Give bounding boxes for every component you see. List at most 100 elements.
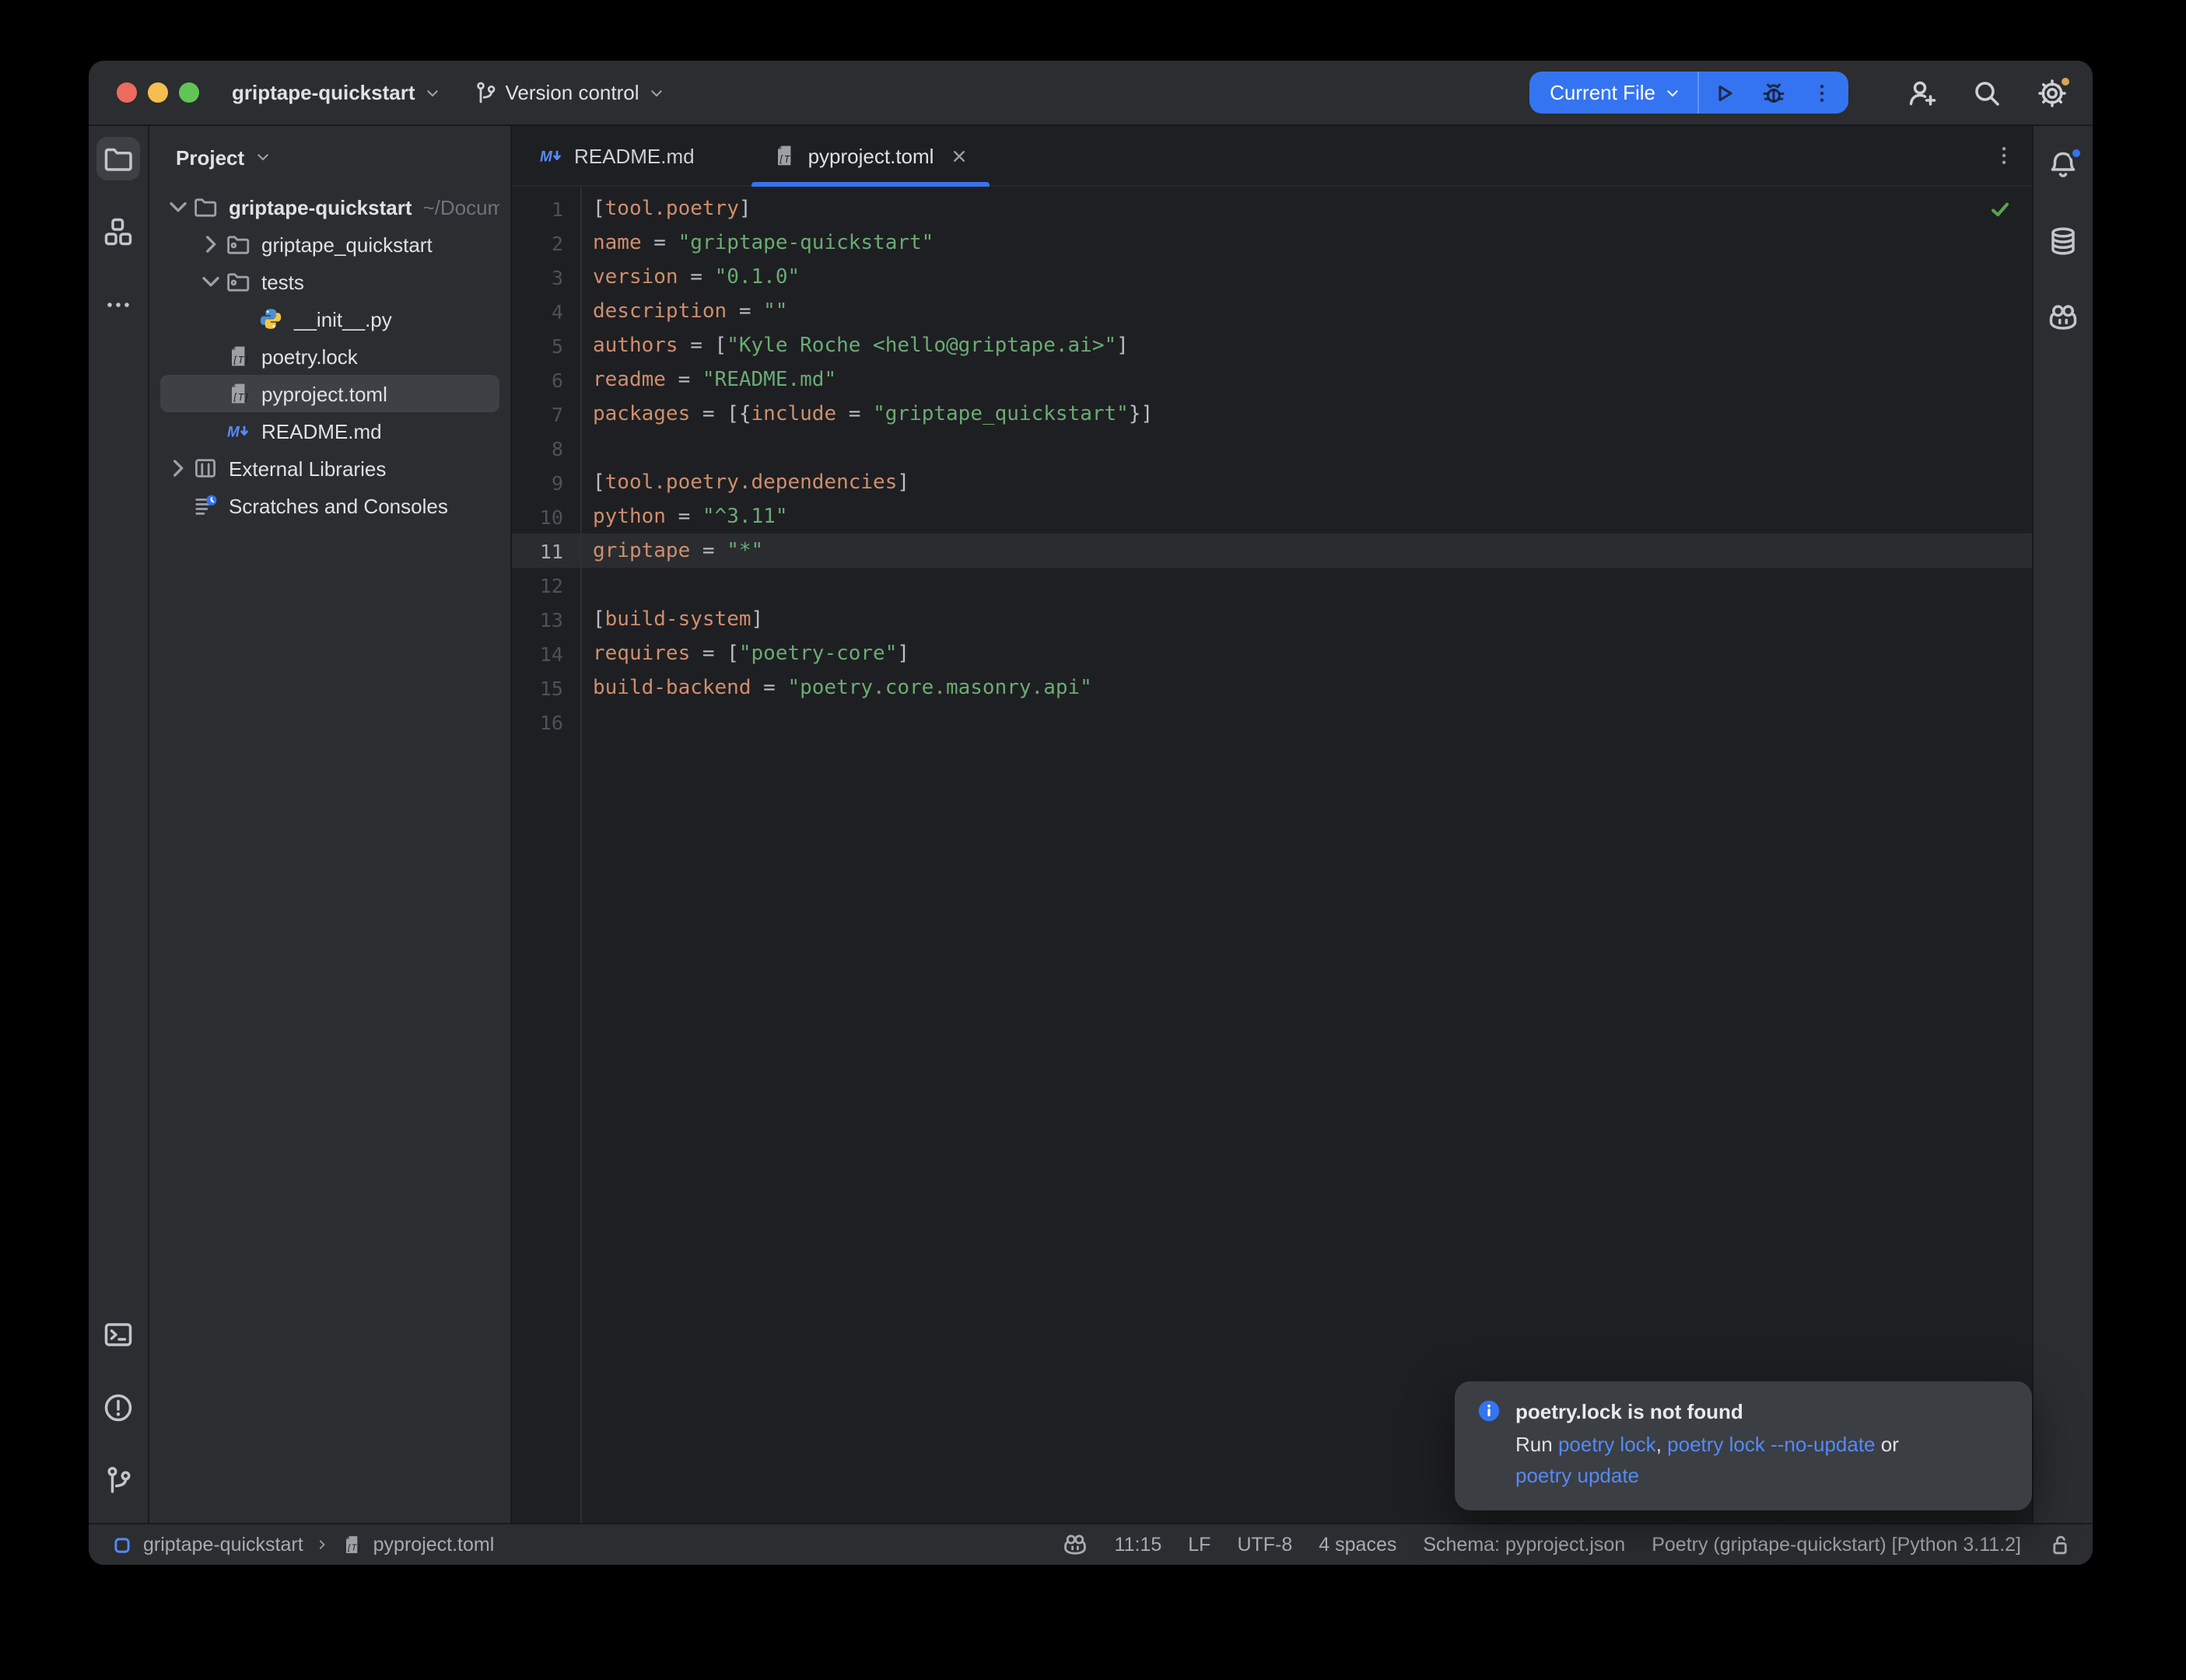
tree-item-pyproject-toml[interactable]: [T]pyproject.toml <box>160 375 499 412</box>
tab-pyproject-toml[interactable]: [T]pyproject.toml <box>752 126 990 185</box>
toml-icon: [T] <box>772 143 797 168</box>
tree-item-griptape-quickstart[interactable]: griptape-quickstart~/Docume <box>160 188 499 226</box>
copilot-status[interactable] <box>1063 1532 1088 1557</box>
unlock-icon <box>2048 1532 2072 1557</box>
add-user-button[interactable] <box>1906 77 1937 108</box>
svg-text:M: M <box>540 149 553 166</box>
svg-text:[T]: [T] <box>346 1544 361 1553</box>
notification-action-link[interactable]: poetry lock --no-update <box>1667 1433 1875 1456</box>
ai-icon <box>2048 302 2079 333</box>
project-panel: Project griptape-quickstart~/Documegript… <box>149 126 512 1523</box>
code-line-6[interactable]: 6readme = "README.md" <box>512 362 2032 397</box>
line-separator[interactable]: LF <box>1188 1534 1210 1556</box>
vcs-widget[interactable]: Version control <box>464 74 675 111</box>
debug-button[interactable] <box>1760 79 1788 107</box>
code-line-1[interactable]: 1[tool.poetry] <box>512 191 2032 226</box>
project-tool-button[interactable] <box>96 137 140 180</box>
code-line-9[interactable]: 9[tool.poetry.dependencies] <box>512 465 2032 499</box>
structure-tool-button[interactable] <box>96 210 140 254</box>
breadcrumb-file[interactable]: pyproject.toml <box>373 1534 495 1556</box>
python-interpreter[interactable]: Poetry (griptape-quickstart) [Python 3.1… <box>1652 1534 2021 1556</box>
line-number: 15 <box>512 676 563 699</box>
code-line-3[interactable]: 3version = "0.1.0" <box>512 260 2032 294</box>
minimize-window-button[interactable] <box>148 82 168 103</box>
code-line-5[interactable]: 5authors = ["Kyle Roche <hello@griptape.… <box>512 328 2032 362</box>
code-line-8[interactable]: 8 <box>512 431 2032 465</box>
line-number: 8 <box>512 436 563 460</box>
code-line-4[interactable]: 4description = "" <box>512 294 2032 328</box>
titlebar: griptape-quickstart Version control Curr… <box>89 61 2093 126</box>
project-name-label: griptape-quickstart <box>232 81 415 104</box>
line-number: 10 <box>512 505 563 528</box>
search-everywhere-button[interactable] <box>1971 77 2002 108</box>
tree-item-readme-md[interactable]: MREADME.md <box>160 412 499 450</box>
breadcrumb-project[interactable]: griptape-quickstart <box>143 1534 303 1556</box>
tree-item-scratches-and-consoles[interactable]: Scratches and Consoles <box>160 487 499 524</box>
line-number: 2 <box>512 231 563 254</box>
run-more-button[interactable] <box>1809 80 1834 105</box>
tree-item-init-py[interactable]: __init__.py <box>160 300 499 338</box>
svg-text:[T]: [T] <box>779 154 796 165</box>
editor-column: MREADME.md [T]pyproject.toml 1[tool.poetr… <box>512 126 2032 1523</box>
close-window-button[interactable] <box>117 82 137 103</box>
terminal-tool-button[interactable] <box>96 1313 140 1356</box>
project-tree: griptape-quickstart~/Documegriptape_quic… <box>149 188 510 524</box>
breadcrumb[interactable]: griptape-quickstart [T] pyproject.toml <box>112 1534 494 1556</box>
package-folder-icon <box>226 269 250 294</box>
code-line-13[interactable]: 13[build-system] <box>512 602 2032 636</box>
code-editor[interactable]: 1[tool.poetry]2name = "griptape-quicksta… <box>512 187 2032 1523</box>
notifications-button[interactable] <box>2041 143 2085 187</box>
more-tool-windows-button[interactable] <box>96 283 140 327</box>
branch-icon <box>103 1465 134 1496</box>
settings-button[interactable] <box>2037 77 2068 108</box>
code-line-7[interactable]: 7packages = [{include = "griptape_quicks… <box>512 397 2032 431</box>
project-panel-header[interactable]: Project <box>149 126 510 188</box>
run-widget-divider <box>1697 72 1699 114</box>
write-access-toggle[interactable] <box>2048 1532 2072 1557</box>
database-tool-button[interactable] <box>2041 219 2085 263</box>
notification-action-link[interactable]: poetry update <box>1515 1463 1639 1486</box>
caret-position[interactable]: 11:15 <box>1115 1534 1162 1556</box>
code-line-2[interactable]: 2name = "griptape-quickstart" <box>512 226 2032 260</box>
run-button[interactable] <box>1710 79 1738 107</box>
chevron-down-icon <box>1663 83 1682 102</box>
file-encoding[interactable]: UTF-8 <box>1237 1534 1292 1556</box>
code-line-11[interactable]: 11griptape = "*" <box>512 534 2032 568</box>
code-line-15[interactable]: 15build-backend = "poetry.core.masonry.a… <box>512 670 2032 705</box>
tree-item-tests[interactable]: tests <box>160 263 499 300</box>
notification-action-link[interactable]: poetry lock <box>1558 1433 1656 1456</box>
line-number: 6 <box>512 368 563 391</box>
notification-body: Run poetry lock, poetry lock --no-update… <box>1515 1430 2007 1490</box>
tab-readme-md[interactable]: MREADME.md <box>518 126 715 185</box>
close-icon <box>949 145 969 166</box>
project-widget[interactable]: griptape-quickstart <box>222 75 451 110</box>
package-folder-icon <box>226 232 250 257</box>
indent-style[interactable]: 4 spaces <box>1319 1534 1396 1556</box>
titlebar-actions <box>1906 77 2068 108</box>
run-widget[interactable]: Current File <box>1529 72 1848 114</box>
line-number: 16 <box>512 710 563 733</box>
toml-icon: [T] <box>226 344 250 369</box>
line-number: 3 <box>512 265 563 289</box>
problems-tool-button[interactable] <box>96 1386 140 1430</box>
tab-options-button[interactable] <box>1992 143 2016 168</box>
chevron-right-icon <box>163 450 193 487</box>
code-line-16[interactable]: 16 <box>512 705 2032 739</box>
json-schema[interactable]: Schema: pyproject.json <box>1423 1534 1625 1556</box>
code-line-10[interactable]: 10python = "^3.11" <box>512 499 2032 534</box>
version-control-tool-button[interactable] <box>96 1459 140 1503</box>
notification-title: poetry.lock is not found <box>1515 1399 1743 1423</box>
ai-assistant-tool-button[interactable] <box>2041 296 2085 339</box>
desktop-background: griptape-quickstart Version control Curr… <box>0 0 2186 1680</box>
code-line-12[interactable]: 12 <box>512 568 2032 602</box>
inspections-ok-icon[interactable] <box>1988 198 2012 221</box>
branch-icon <box>473 80 498 105</box>
tree-item-griptape-quickstart[interactable]: griptape_quickstart <box>160 226 499 263</box>
chevron-down-icon <box>163 188 193 226</box>
tree-item-poetry-lock[interactable]: [T]poetry.lock <box>160 338 499 375</box>
structure-icon <box>103 216 134 247</box>
code-line-14[interactable]: 14requires = ["poetry-core"] <box>512 636 2032 670</box>
window-controls <box>117 82 199 103</box>
tree-item-external-libraries[interactable]: External Libraries <box>160 450 499 487</box>
zoom-window-button[interactable] <box>179 82 199 103</box>
